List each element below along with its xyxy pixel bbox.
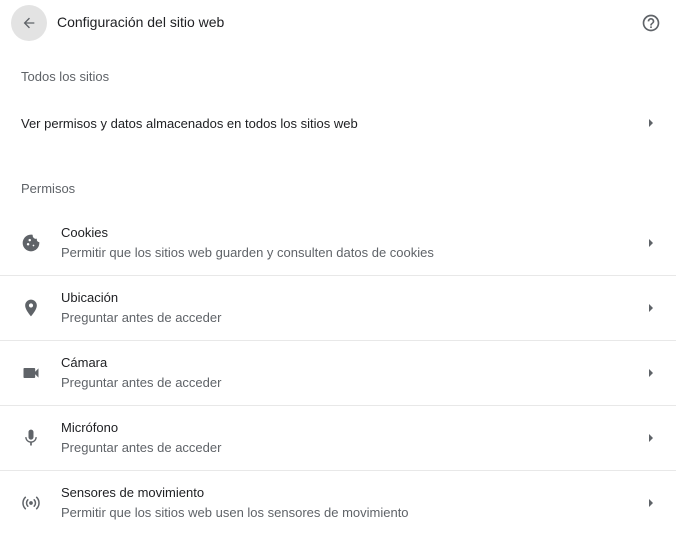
permission-title: Sensores de movimiento [61,485,205,500]
help-circle-icon [642,14,660,32]
arrow-back-icon [23,17,35,29]
permission-description: Preguntar antes de acceder [61,440,222,455]
help-button[interactable] [640,12,662,34]
permission-title: Cámara [61,355,108,370]
arrow-right-icon [646,433,656,443]
permission-row-location[interactable]: Ubicación Preguntar antes de acceder [0,276,676,341]
permission-title: Micrófono [61,420,119,435]
arrow-right-icon [646,368,656,378]
location-pin-icon [20,297,42,319]
back-button[interactable] [11,5,47,41]
cookie-icon [20,232,42,254]
motion-sensor-icon [20,492,42,514]
page-header: Configuración del sitio web [0,0,676,46]
section-heading-permissions: Permisos [21,181,76,196]
permission-row-cookies[interactable]: Cookies Permitir que los sitios web guar… [0,211,676,276]
permission-row-motion-sensors[interactable]: Sensores de movimiento Permitir que los … [0,471,676,536]
permission-title: Cookies [61,225,108,240]
arrow-right-icon [646,118,656,128]
permission-title: Ubicación [61,290,119,305]
permission-description: Preguntar antes de acceder [61,310,222,325]
videocam-icon [20,362,42,384]
arrow-right-icon [646,238,656,248]
all-sites-link-label: Ver permisos y datos almacenados en todo… [21,116,358,131]
all-sites-link-row[interactable]: Ver permisos y datos almacenados en todo… [0,103,676,143]
permission-row-camera[interactable]: Cámara Preguntar antes de acceder [0,341,676,406]
permission-description: Preguntar antes de acceder [61,375,222,390]
section-heading-all-sites: Todos los sitios [21,69,110,84]
page-title: Configuración del sitio web [57,14,225,30]
arrow-right-icon [646,303,656,313]
microphone-icon [20,427,42,449]
arrow-right-icon [646,498,656,508]
permission-description: Permitir que los sitios web usen los sen… [61,505,409,520]
permission-row-microphone[interactable]: Micrófono Preguntar antes de acceder [0,406,676,471]
permission-description: Permitir que los sitios web guarden y co… [61,245,434,260]
